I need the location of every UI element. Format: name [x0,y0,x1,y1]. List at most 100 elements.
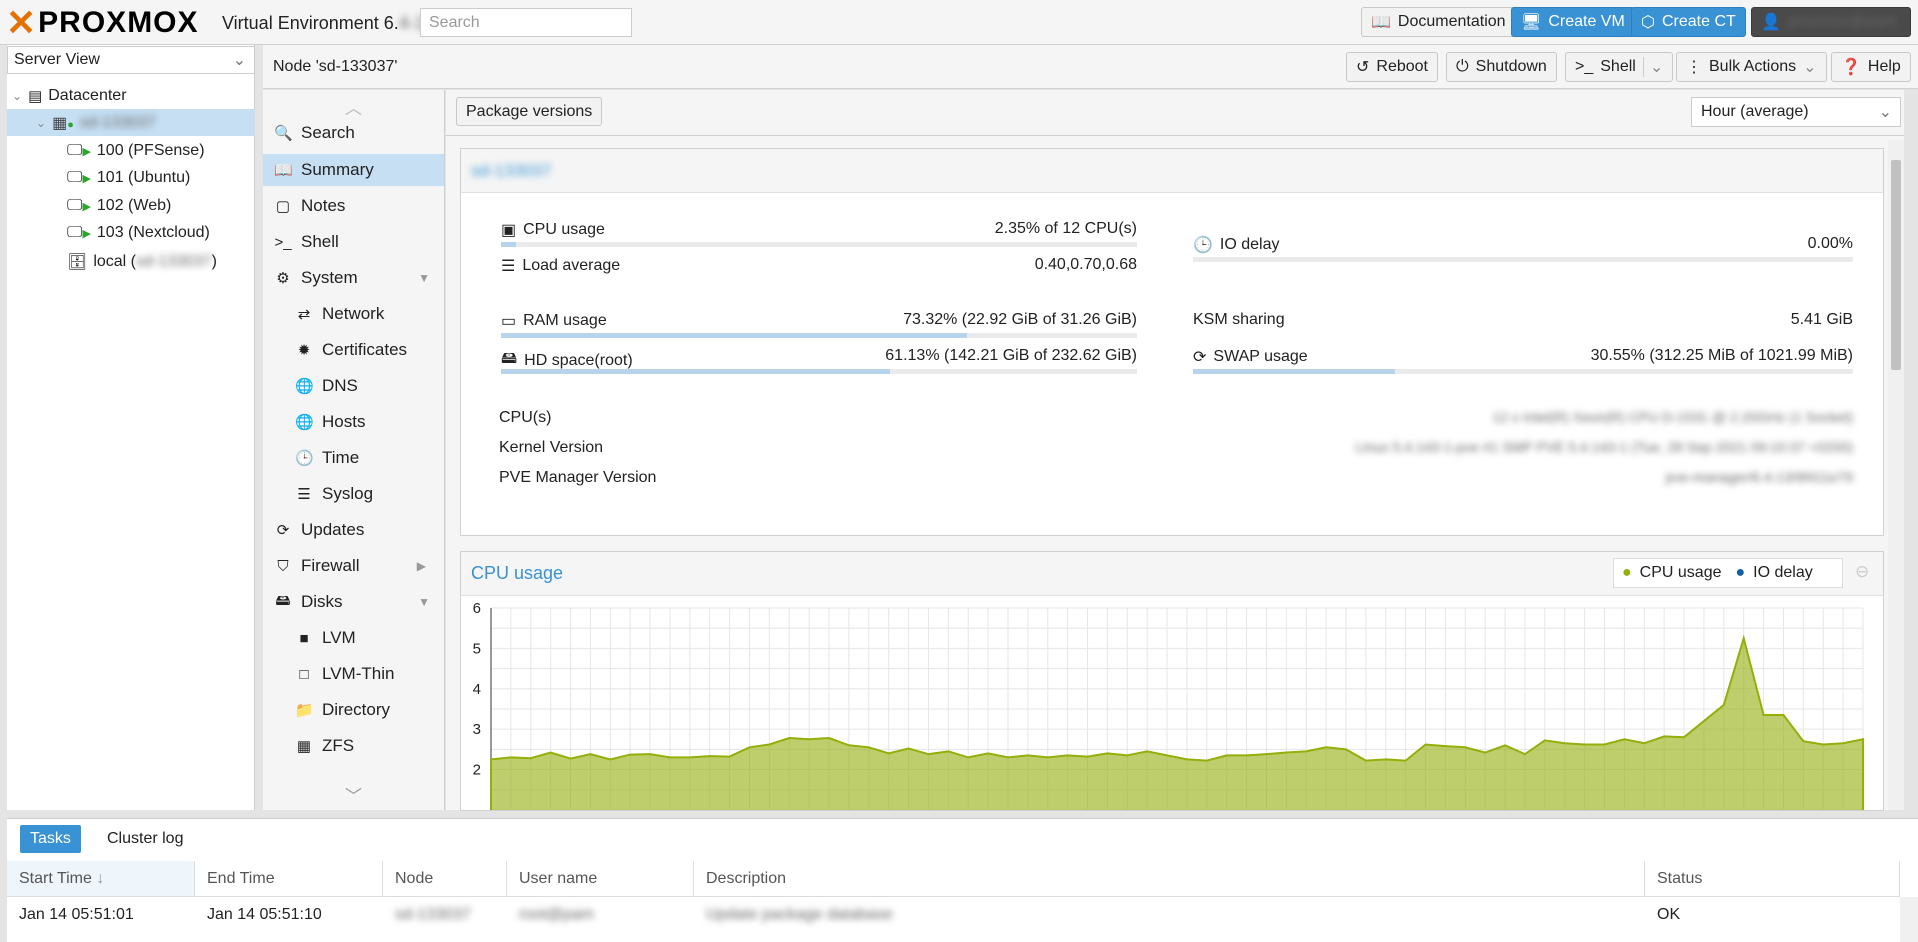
column-description[interactable]: Description [694,861,1645,897]
menu-time[interactable]: 🕒 Time [263,442,444,474]
tab-cluster-log[interactable]: Cluster log [107,830,183,848]
list-icon: ☰ [297,486,311,503]
column-user-name[interactable]: User name [507,861,694,897]
gears-icon: ⚙ [276,270,290,287]
cpu-usage-chart: 2 3 4 5 6 [473,600,1864,810]
tab-tasks[interactable]: Tasks [20,825,81,853]
search-input[interactable]: Search [420,8,632,37]
task-status[interactable]: OK [1645,897,1692,933]
column-node[interactable]: Node [383,861,507,897]
certificate-icon: ✹ [297,342,311,359]
kernel-version-label: Kernel Version [499,439,604,456]
y-tick-label: 2 [473,762,481,779]
tree-storage-local[interactable]: 🗄 local (sd-133037) [67,248,217,275]
task-node[interactable]: sd-133037 [383,897,483,933]
tree-vm-102[interactable]: 🖵▶ 102 (Web) [67,192,171,219]
monitor-icon: 🖥 [1521,14,1542,31]
collapse-panel-icon[interactable]: ⊖ [1855,562,1869,582]
undo-icon: ↺ [1356,59,1370,76]
reboot-button[interactable]: ↺ Reboot [1346,52,1438,82]
menu-hosts[interactable]: 🌐 Hosts [263,406,444,438]
ksm-sharing-value: 5.41 GiB [1790,311,1853,328]
chevron-down-icon: ⌄ [1878,104,1892,121]
storage-icon: 🗄 [67,253,88,271]
square-outline-icon: □ [299,665,309,683]
panel-header: sd-133037 [461,149,1883,193]
ram-usage-bar [501,333,1137,338]
menu-search[interactable]: 🔍 Search [263,117,444,149]
menu-dns[interactable]: 🌐 DNS [263,370,444,402]
menu-disks[interactable]: 🖴 Disks ▼ [263,586,444,618]
shell-button[interactable]: >_ Shell ⌄ [1565,52,1674,82]
status-panel: sd-133037 ▣ CPU usage 2.35% of 12 CPU(s) … [460,148,1884,536]
menu-lvm-thin[interactable]: □ LVM-Thin [263,658,444,690]
task-user[interactable]: root@pam [507,897,606,933]
book-icon: 📖 [274,162,293,179]
menu-network[interactable]: ⇄ Network [263,298,444,330]
tree-node[interactable]: ⌄ ▦● sd-133037 [7,109,255,136]
create-ct-button[interactable]: ⬡ Create CT [1631,7,1746,37]
menu-summary[interactable]: 📖 Summary [263,154,444,186]
tree-vm-103[interactable]: 🖵▶ 103 (Nextcloud) [67,219,210,246]
pve-manager-version-label: PVE Manager Version [499,469,657,486]
shutdown-button[interactable]: ⏻ Shutdown [1446,52,1557,82]
node-menu: ︿ 🔍 Search 📖 Summary ▢ Notes >_ Shell ⚙ Syste… [263,90,445,810]
column-start-time[interactable]: Start Time ↓ [7,861,195,897]
kernel-version-value: Linux 5.4.143-1-pve #1 SMP PVE 5.4.143-1… [1355,439,1853,455]
caret-down-icon: ▼ [418,595,430,609]
top-bar: ✕ PROXMOX Virtual Environment 6.4-13 Sear… [0,0,1918,45]
cpus-value: 12 x Intel(R) Xeon(R) CPU D-1531 @ 2.20G… [1492,409,1853,425]
swap-bar-fill [1193,369,1395,374]
hd-space-value: 61.13% (142.21 GiB of 232.62 GiB) [885,347,1137,364]
memory-icon: ▭ [501,313,517,330]
folder-icon: 📁 [295,702,314,719]
timeframe-select[interactable]: Hour (average) ⌄ [1691,97,1901,127]
hdd-icon: 🖴 [275,591,291,609]
load-average-label: ☰ Load average [501,257,621,275]
user-menu-button[interactable]: 👤 proxmox@pam [1751,7,1911,37]
menu-shell[interactable]: >_ Shell [263,226,444,258]
cube-icon: ⬡ [1641,14,1655,31]
view-selector[interactable]: Server View ⌄ [7,46,255,74]
scrollbar-thumb[interactable] [1891,160,1901,370]
scroll-down-icon[interactable]: ﹀ [345,782,362,807]
menu-updates[interactable]: ⟳ Updates [263,514,444,546]
task-description[interactable]: Update package database [694,897,905,933]
column-status[interactable]: Status [1645,861,1900,897]
menu-lvm[interactable]: ■ LVM [263,622,444,654]
menu-zfs[interactable]: ▦ ZFS [263,730,444,762]
caret-right-icon: ▶ [416,559,426,573]
power-icon: ⏻ [1456,58,1469,75]
task-end-time[interactable]: Jan 14 05:51:10 [195,897,334,933]
task-scrollbar[interactable] [1900,897,1918,942]
menu-directory[interactable]: 📁 Directory [263,694,444,726]
menu-firewall[interactable]: ⛉ Firewall ▶ [263,550,444,582]
load-average-value: 0.40,0.70,0.68 [1034,256,1137,273]
clock-icon: 🕒 [1193,237,1213,254]
documentation-button[interactable]: 📖 Documentation [1361,7,1516,37]
chart-legend[interactable]: ● CPU usage ● IO delay [1613,558,1843,588]
create-vm-button[interactable]: 🖥 Create VM [1511,7,1635,37]
y-tick-label: 5 [473,640,481,657]
content-scrollbar[interactable] [1888,140,1904,810]
tree-vm-101[interactable]: 🖵▶ 101 (Ubuntu) [67,164,190,191]
ram-usage-value: 73.32% (22.92 GiB of 31.26 GiB) [903,311,1137,328]
column-end-time[interactable]: End Time [195,861,383,897]
task-start-time[interactable]: Jan 14 05:51:01 [7,897,146,933]
package-versions-button[interactable]: Package versions [456,97,603,126]
bulk-actions-button[interactable]: ⋮ Bulk Actions ⌄ [1676,52,1827,82]
tree-vm-100[interactable]: 🖵▶ 100 (PFSense) [67,137,205,164]
scroll-up-icon[interactable]: ︿ [345,94,362,119]
menu-syslog[interactable]: ☰ Syslog [263,478,444,510]
menu-certificates[interactable]: ✹ Certificates [263,334,444,366]
menu-system[interactable]: ⚙ System ▼ [263,262,444,294]
hd-space-bar [501,369,1137,374]
collapse-icon: ⌄ [12,88,23,103]
vm-running-icon: 🖵▶ [67,196,91,214]
grid-icon: ▦ [296,738,312,755]
chevron-down-icon: ⌄ [1642,57,1663,77]
tree-datacenter[interactable]: ⌄ ▤ Datacenter [12,82,252,109]
io-delay-bar [1193,257,1853,262]
menu-notes[interactable]: ▢ Notes [263,190,444,222]
help-button[interactable]: ❓ Help [1831,52,1911,82]
